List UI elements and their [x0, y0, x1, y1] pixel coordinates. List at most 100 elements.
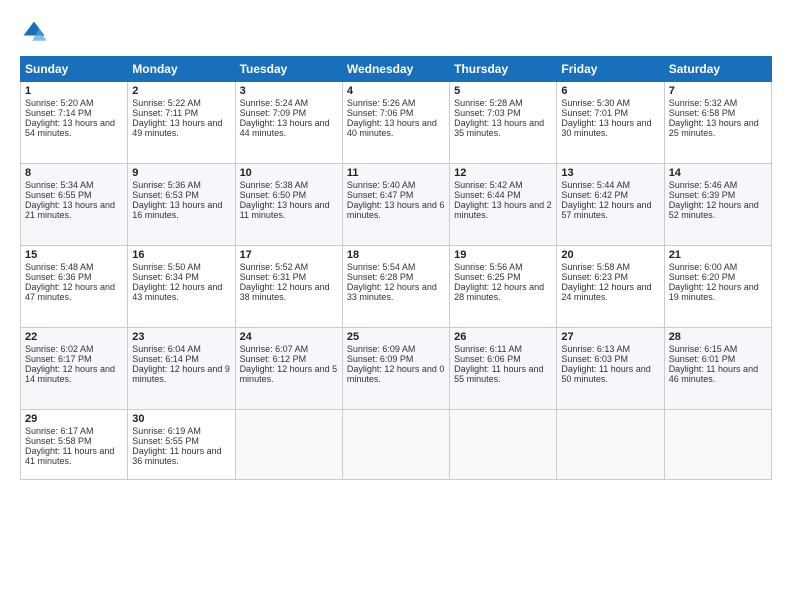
day-number: 17	[240, 249, 338, 261]
daylight-text: Daylight: 12 hours and 33 minutes.	[347, 282, 437, 302]
daylight-text: Daylight: 13 hours and 49 minutes.	[132, 118, 222, 138]
table-row: 24 Sunrise: 6:07 AM Sunset: 6:12 PM Dayl…	[235, 328, 342, 410]
table-row: 1 Sunrise: 5:20 AM Sunset: 7:14 PM Dayli…	[21, 82, 128, 164]
sunrise-text: Sunrise: 5:24 AM	[240, 98, 309, 108]
sunset-text: Sunset: 6:23 PM	[561, 272, 628, 282]
table-row: 11 Sunrise: 5:40 AM Sunset: 6:47 PM Dayl…	[342, 164, 449, 246]
col-monday: Monday	[128, 57, 235, 82]
sunrise-text: Sunrise: 5:32 AM	[669, 98, 738, 108]
sunset-text: Sunset: 6:01 PM	[669, 354, 736, 364]
day-number: 30	[132, 413, 230, 425]
daylight-text: Daylight: 13 hours and 54 minutes.	[25, 118, 115, 138]
sunset-text: Sunset: 6:55 PM	[25, 190, 92, 200]
sunrise-text: Sunrise: 5:22 AM	[132, 98, 201, 108]
calendar-week-row: 8 Sunrise: 5:34 AM Sunset: 6:55 PM Dayli…	[21, 164, 772, 246]
daylight-text: Daylight: 12 hours and 28 minutes.	[454, 282, 544, 302]
day-number: 5	[454, 85, 552, 97]
daylight-text: Daylight: 13 hours and 40 minutes.	[347, 118, 437, 138]
daylight-text: Daylight: 13 hours and 6 minutes.	[347, 200, 445, 220]
day-number: 8	[25, 167, 123, 179]
daylight-text: Daylight: 11 hours and 41 minutes.	[25, 446, 114, 466]
table-row: 17 Sunrise: 5:52 AM Sunset: 6:31 PM Dayl…	[235, 246, 342, 328]
sunset-text: Sunset: 7:03 PM	[454, 108, 521, 118]
table-row: 16 Sunrise: 5:50 AM Sunset: 6:34 PM Dayl…	[128, 246, 235, 328]
sunset-text: Sunset: 7:14 PM	[25, 108, 92, 118]
daylight-text: Daylight: 11 hours and 36 minutes.	[132, 446, 221, 466]
day-number: 9	[132, 167, 230, 179]
day-number: 18	[347, 249, 445, 261]
day-number: 14	[669, 167, 767, 179]
sunset-text: Sunset: 6:20 PM	[669, 272, 736, 282]
table-row: 20 Sunrise: 5:58 AM Sunset: 6:23 PM Dayl…	[557, 246, 664, 328]
day-number: 25	[347, 331, 445, 343]
sunrise-text: Sunrise: 5:38 AM	[240, 180, 309, 190]
daylight-text: Daylight: 12 hours and 9 minutes.	[132, 364, 230, 384]
sunrise-text: Sunrise: 5:50 AM	[132, 262, 201, 272]
day-number: 4	[347, 85, 445, 97]
sunrise-text: Sunrise: 5:48 AM	[25, 262, 94, 272]
day-number: 19	[454, 249, 552, 261]
calendar-header-row: Sunday Monday Tuesday Wednesday Thursday…	[21, 57, 772, 82]
sunset-text: Sunset: 6:14 PM	[132, 354, 199, 364]
day-number: 24	[240, 331, 338, 343]
table-row: 21 Sunrise: 6:00 AM Sunset: 6:20 PM Dayl…	[664, 246, 771, 328]
day-number: 21	[669, 249, 767, 261]
table-row: 22 Sunrise: 6:02 AM Sunset: 6:17 PM Dayl…	[21, 328, 128, 410]
sunset-text: Sunset: 6:17 PM	[25, 354, 92, 364]
table-row: 15 Sunrise: 5:48 AM Sunset: 6:36 PM Dayl…	[21, 246, 128, 328]
daylight-text: Daylight: 13 hours and 11 minutes.	[240, 200, 330, 220]
daylight-text: Daylight: 11 hours and 55 minutes.	[454, 364, 543, 384]
daylight-text: Daylight: 12 hours and 0 minutes.	[347, 364, 445, 384]
col-thursday: Thursday	[450, 57, 557, 82]
header	[20, 18, 772, 46]
sunrise-text: Sunrise: 5:30 AM	[561, 98, 630, 108]
day-number: 23	[132, 331, 230, 343]
table-row: 26 Sunrise: 6:11 AM Sunset: 6:06 PM Dayl…	[450, 328, 557, 410]
sunrise-text: Sunrise: 6:13 AM	[561, 344, 630, 354]
sunset-text: Sunset: 7:09 PM	[240, 108, 307, 118]
sunset-text: Sunset: 6:28 PM	[347, 272, 414, 282]
page: Sunday Monday Tuesday Wednesday Thursday…	[0, 0, 792, 612]
table-row: 14 Sunrise: 5:46 AM Sunset: 6:39 PM Dayl…	[664, 164, 771, 246]
daylight-text: Daylight: 13 hours and 44 minutes.	[240, 118, 330, 138]
sunset-text: Sunset: 6:47 PM	[347, 190, 414, 200]
empty-cell	[664, 410, 771, 480]
sunrise-text: Sunrise: 5:34 AM	[25, 180, 94, 190]
day-number: 3	[240, 85, 338, 97]
sunrise-text: Sunrise: 5:36 AM	[132, 180, 201, 190]
table-row: 25 Sunrise: 6:09 AM Sunset: 6:09 PM Dayl…	[342, 328, 449, 410]
sunrise-text: Sunrise: 5:58 AM	[561, 262, 630, 272]
daylight-text: Daylight: 12 hours and 5 minutes.	[240, 364, 338, 384]
day-number: 26	[454, 331, 552, 343]
sunrise-text: Sunrise: 6:17 AM	[25, 426, 94, 436]
table-row: 3 Sunrise: 5:24 AM Sunset: 7:09 PM Dayli…	[235, 82, 342, 164]
sunset-text: Sunset: 6:25 PM	[454, 272, 521, 282]
day-number: 29	[25, 413, 123, 425]
day-number: 16	[132, 249, 230, 261]
day-number: 11	[347, 167, 445, 179]
sunset-text: Sunset: 5:55 PM	[132, 436, 199, 446]
day-number: 6	[561, 85, 659, 97]
daylight-text: Daylight: 13 hours and 25 minutes.	[669, 118, 759, 138]
sunset-text: Sunset: 6:03 PM	[561, 354, 628, 364]
col-wednesday: Wednesday	[342, 57, 449, 82]
table-row: 6 Sunrise: 5:30 AM Sunset: 7:01 PM Dayli…	[557, 82, 664, 164]
table-row: 27 Sunrise: 6:13 AM Sunset: 6:03 PM Dayl…	[557, 328, 664, 410]
col-saturday: Saturday	[664, 57, 771, 82]
daylight-text: Daylight: 12 hours and 57 minutes.	[561, 200, 651, 220]
daylight-text: Daylight: 13 hours and 30 minutes.	[561, 118, 651, 138]
daylight-text: Daylight: 11 hours and 50 minutes.	[561, 364, 650, 384]
table-row: 13 Sunrise: 5:44 AM Sunset: 6:42 PM Dayl…	[557, 164, 664, 246]
sunrise-text: Sunrise: 6:15 AM	[669, 344, 738, 354]
daylight-text: Daylight: 12 hours and 24 minutes.	[561, 282, 651, 302]
table-row: 29 Sunrise: 6:17 AM Sunset: 5:58 PM Dayl…	[21, 410, 128, 480]
logo	[20, 18, 52, 46]
sunrise-text: Sunrise: 6:00 AM	[669, 262, 738, 272]
day-number: 12	[454, 167, 552, 179]
table-row: 10 Sunrise: 5:38 AM Sunset: 6:50 PM Dayl…	[235, 164, 342, 246]
sunset-text: Sunset: 6:06 PM	[454, 354, 521, 364]
table-row: 12 Sunrise: 5:42 AM Sunset: 6:44 PM Dayl…	[450, 164, 557, 246]
sunset-text: Sunset: 6:42 PM	[561, 190, 628, 200]
day-number: 2	[132, 85, 230, 97]
sunrise-text: Sunrise: 6:19 AM	[132, 426, 201, 436]
